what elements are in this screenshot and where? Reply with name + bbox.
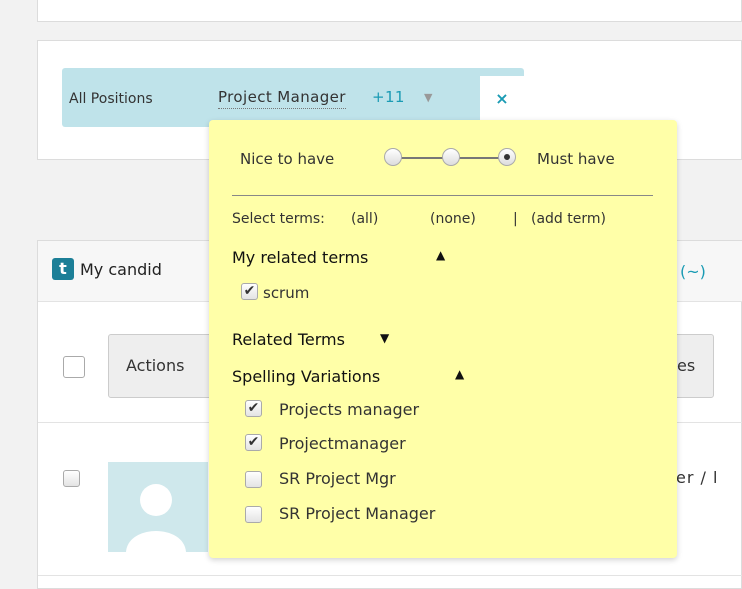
spelling-variations-heading[interactable]: Spelling Variations <box>232 367 380 386</box>
must-have-label: Must have <box>537 150 615 168</box>
importance-radio-medium[interactable] <box>442 148 460 166</box>
filter-label: All Positions <box>69 91 153 107</box>
chevron-down-icon[interactable]: ▼ <box>424 91 432 104</box>
term-checkbox-scrum[interactable]: ✔ <box>241 283 258 300</box>
my-related-terms-heading[interactable]: My related terms <box>232 248 368 267</box>
candidates-title: My candid <box>80 260 162 279</box>
select-all-checkbox[interactable] <box>63 356 85 378</box>
select-terms-label: Select terms: <box>232 211 325 227</box>
importance-radio-must[interactable] <box>498 148 516 166</box>
avatar <box>108 462 208 552</box>
term-checkbox-sr-project-mgr[interactable] <box>245 471 262 488</box>
filter-value-dropdown[interactable]: Project Manager <box>218 88 346 109</box>
nice-to-have-label: Nice to have <box>240 150 335 168</box>
row-divider-bottom <box>38 575 742 576</box>
filter-extra-count[interactable]: +11 <box>372 88 405 106</box>
term-label-projects-manager: Projects manager <box>279 400 420 419</box>
actions-button-label: Actions <box>126 356 185 375</box>
chevron-up-icon[interactable]: ▲ <box>455 367 464 381</box>
add-term-link[interactable]: (add term) <box>531 211 606 227</box>
candidates-count-link[interactable]: (~) <box>680 262 706 281</box>
related-terms-heading[interactable]: Related Terms <box>232 330 345 349</box>
popup-divider <box>232 195 653 196</box>
chevron-down-icon[interactable]: ▼ <box>380 331 389 345</box>
term-checkbox-projectmanager[interactable]: ✔ <box>245 434 262 451</box>
term-label-projectmanager: Projectmanager <box>279 434 406 453</box>
close-icon[interactable]: × <box>480 76 524 123</box>
links-separator: | <box>513 211 518 227</box>
avatar-icon <box>126 484 186 552</box>
chevron-up-icon[interactable]: ▲ <box>436 248 445 262</box>
importance-radio-nice[interactable] <box>384 148 402 166</box>
term-label-scrum: scrum <box>263 284 310 302</box>
term-label-sr-project-mgr: SR Project Mgr <box>279 469 396 488</box>
row-checkbox[interactable] <box>63 470 80 487</box>
term-checkbox-projects-manager[interactable]: ✔ <box>245 400 262 417</box>
select-none-link[interactable]: (none) <box>430 211 476 227</box>
term-checkbox-sr-project-manager[interactable] <box>245 506 262 523</box>
app-badge-icon: t <box>52 258 74 280</box>
row-text: er / l <box>676 468 719 487</box>
select-all-link[interactable]: (all) <box>351 211 378 227</box>
view-button-label: es <box>677 356 696 375</box>
top-card <box>37 0 742 22</box>
term-label-sr-project-manager: SR Project Manager <box>279 504 436 523</box>
